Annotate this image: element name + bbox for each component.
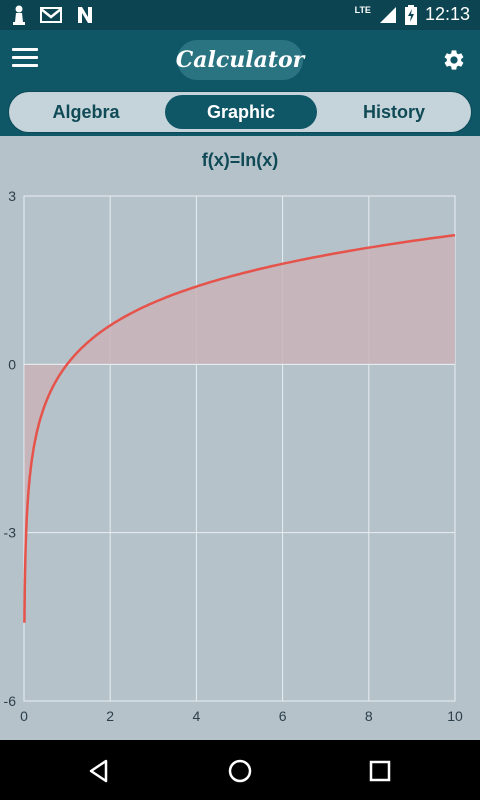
data-point [411,240,412,241]
y-tick-label: 3 [8,188,16,204]
n-icon [78,7,92,23]
data-point [455,235,456,236]
function-plot[interactable]: 0 2 4 6 8 10 3 0 -3 -6 [0,136,480,740]
x-tick-label: 10 [447,708,463,724]
data-point [282,263,283,264]
x-tick-label: 2 [106,708,114,724]
signal-icon [379,6,396,23]
x-tick-label: 4 [193,708,201,724]
x-tick-label: 6 [279,708,287,724]
home-icon[interactable] [225,756,255,786]
y-tick-label: 0 [8,356,16,372]
back-icon[interactable] [84,756,114,786]
clock: 12:13 [424,4,470,24]
tab-history[interactable]: History [317,92,471,132]
data-point [110,325,111,326]
tab-algebra[interactable]: Algebra [9,92,163,132]
y-tick-label: -6 [4,693,17,709]
pawn-icon [13,5,25,25]
gear-icon[interactable] [442,48,466,72]
data-point [36,431,37,432]
y-tick-label: -3 [4,525,17,541]
data-point [24,623,25,624]
network-type: LTE [354,4,371,15]
app-title: Calculator [176,40,304,80]
hamburger-menu-icon[interactable] [12,48,38,70]
data-point [368,247,369,248]
tab-strip: Algebra Graphic History [0,90,480,136]
data-point [239,273,240,274]
graph-panel: f(x)=ln(x) 0 2 4 6 8 10 3 0 -3 -6 [0,136,480,740]
data-point [325,254,326,255]
data-point [56,380,57,381]
data-point [32,454,33,455]
data-point [153,302,154,303]
data-point [28,493,29,494]
data-point [67,364,68,365]
data-point [45,403,46,404]
battery-charging-icon [404,4,417,25]
recents-icon[interactable] [365,756,395,786]
navigation-bar [0,740,480,800]
data-point [26,532,27,533]
tab-bar: Algebra Graphic History [8,91,472,133]
x-tick-label: 0 [20,708,28,724]
data-point [196,286,197,287]
data-point [88,341,89,342]
status-bar: LTE 12:13 [0,0,480,30]
tab-graphic[interactable]: Graphic [165,95,317,129]
x-tick-label: 8 [365,708,373,724]
app-bar: Calculator [0,30,480,90]
area-fill [24,235,456,623]
gmail-icon [40,7,62,23]
